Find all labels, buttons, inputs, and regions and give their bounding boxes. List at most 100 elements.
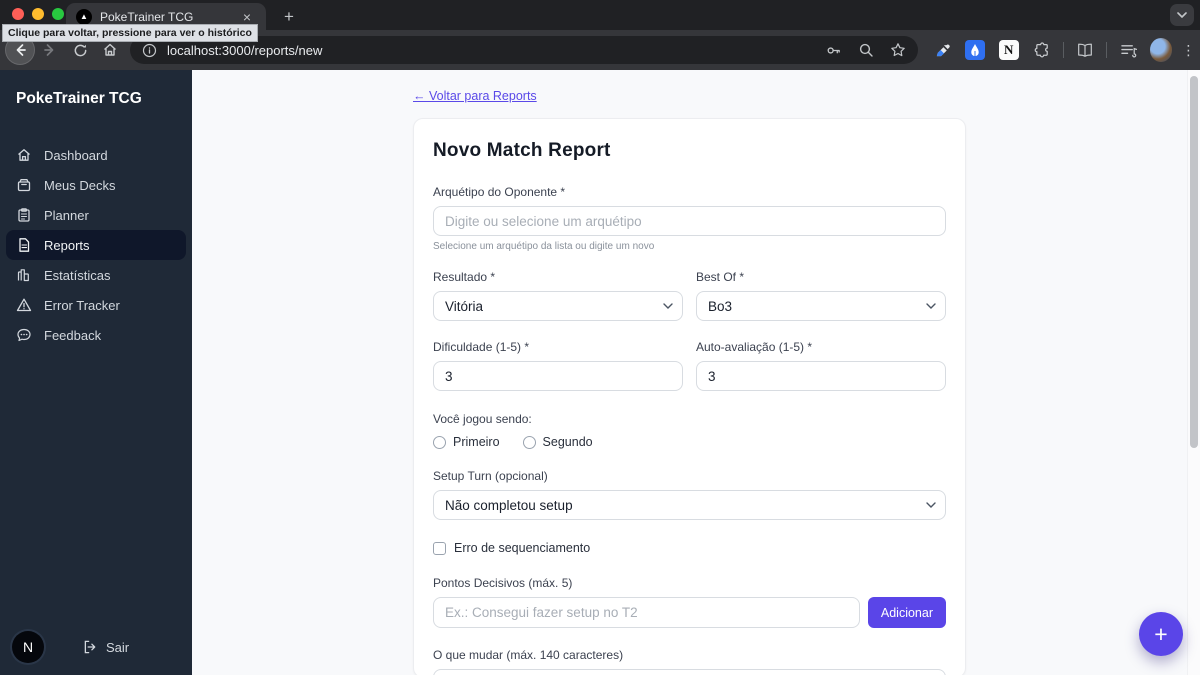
setup-turn-value: Não completou setup xyxy=(445,497,573,513)
logout-label: Sair xyxy=(106,639,130,655)
tab-title: PokeTrainer TCG xyxy=(100,9,194,24)
media-playlist-icon[interactable] xyxy=(1116,37,1140,63)
selfrating-field-group: Auto-avaliação (1-5) * xyxy=(696,340,946,391)
sidebar-item-reports[interactable]: Reports xyxy=(6,230,186,260)
radio-first-label: Primeiro xyxy=(453,435,500,449)
chevron-down-icon xyxy=(926,502,936,508)
form-title: Novo Match Report xyxy=(433,140,611,161)
sidebar-item-meus-decks[interactable]: Meus Decks xyxy=(6,170,186,200)
sidebar-item-planner[interactable]: Planner xyxy=(6,200,186,230)
add-report-fab[interactable]: + xyxy=(1139,612,1183,656)
chat-icon xyxy=(16,327,32,343)
sidebar-item-label: Planner xyxy=(44,207,89,223)
chevron-down-icon xyxy=(663,303,673,309)
extensions-puzzle-icon[interactable] xyxy=(1030,37,1054,63)
played-as-label: Você jogou sendo: xyxy=(433,412,532,426)
sidebar-item-error-tracker[interactable]: Error Tracker xyxy=(6,290,186,320)
browser-profile-avatar[interactable] xyxy=(1149,38,1173,62)
archetype-helper-text: Selecione um arquétipo da lista ou digit… xyxy=(433,241,655,252)
reading-list-book-icon[interactable] xyxy=(1073,37,1097,63)
app-title: PokeTrainer TCG xyxy=(16,90,142,107)
radio-first-circle[interactable] xyxy=(433,435,446,449)
sequencing-error-checkbox[interactable] xyxy=(433,541,446,555)
forward-arrow-icon xyxy=(44,44,54,56)
sidebar-item-label: Feedback xyxy=(44,327,102,343)
match-report-card: Novo Match Report Arquétipo do Oponente … xyxy=(413,118,966,675)
result-label: Resultado * xyxy=(433,270,496,284)
warning-icon xyxy=(16,297,32,313)
sidebar-item-estat-sticas[interactable]: Estatísticas xyxy=(6,260,186,290)
bestof-select[interactable]: Bo3 xyxy=(696,291,946,321)
add-point-button[interactable]: Adicionar xyxy=(867,597,946,628)
logout-button[interactable]: Sair xyxy=(83,640,129,655)
back-to-reports-link[interactable]: ← Voltar para Reports xyxy=(413,89,537,103)
bestof-label: Best Of * xyxy=(696,270,745,284)
home-icon xyxy=(104,43,116,56)
zoom-magnifier-icon[interactable] xyxy=(858,42,874,58)
scrollbar-thumb[interactable] xyxy=(1190,76,1198,448)
decisive-points-label: Pontos Decisivos (máx. 5) xyxy=(433,576,573,590)
tab-search-button[interactable] xyxy=(1170,4,1194,26)
page-scrollbar[interactable] xyxy=(1187,70,1200,675)
notion-extension-icon[interactable]: N xyxy=(997,37,1021,63)
setup-turn-label: Setup Turn (opcional) xyxy=(433,469,548,483)
archetype-input[interactable] xyxy=(433,206,946,236)
archetype-label: Arquétipo do Oponente * xyxy=(433,185,566,199)
minimize-window-button[interactable] xyxy=(32,8,44,20)
logout-icon xyxy=(84,640,96,654)
bestof-value: Bo3 xyxy=(708,298,733,314)
sidebar-nav: Dashboard Meus Decks Planner Reports Estatís… xyxy=(0,140,192,350)
result-value: Vitória xyxy=(445,298,484,314)
toolbar-divider xyxy=(1063,42,1065,58)
eyedropper-extension-icon[interactable] xyxy=(930,37,954,63)
bookmark-star-icon[interactable] xyxy=(890,42,906,58)
result-field-group: Resultado * Vitória xyxy=(433,270,683,321)
archetype-field-group: Arquétipo do Oponente * Selecione um arq… xyxy=(433,185,946,252)
what-to-change-label: O que mudar (máx. 140 caracteres) xyxy=(433,648,624,662)
back-arrow-icon xyxy=(16,44,26,56)
sidebar-item-feedback[interactable]: Feedback xyxy=(6,320,186,350)
decisive-points-input[interactable] xyxy=(433,597,860,628)
sequencing-error-label: Erro de sequenciamento xyxy=(454,541,591,555)
chevron-down-icon xyxy=(926,303,936,309)
deck-box-icon xyxy=(16,177,32,193)
close-window-button[interactable] xyxy=(12,8,24,20)
extensions-row: N ⋮ xyxy=(930,36,1196,64)
difficulty-field-group: Dificuldade (1-5) * xyxy=(433,340,683,391)
browser-menu-kebab-icon[interactable]: ⋮ xyxy=(1181,42,1196,59)
page-content: PokeTrainer TCG Dashboard Meus Decks Plann… xyxy=(0,70,1200,675)
password-manager-extension-icon[interactable] xyxy=(963,37,987,63)
back-button-tooltip: Clique para voltar, pressione para ver o… xyxy=(2,24,258,42)
main-area: ← Voltar para Reports Novo Match Report … xyxy=(192,70,1200,675)
result-select[interactable]: Vitória xyxy=(433,291,683,321)
password-key-icon[interactable] xyxy=(825,42,842,59)
sidebar-item-label: Estatísticas xyxy=(44,267,111,283)
clipboard-icon xyxy=(16,207,32,223)
user-avatar[interactable]: N xyxy=(12,631,44,663)
radio-second-label: Segundo xyxy=(542,435,593,449)
selfrating-input[interactable] xyxy=(696,361,946,391)
setup-turn-select[interactable]: Não completou setup xyxy=(433,490,946,520)
chevron-down-icon xyxy=(1177,12,1187,18)
notion-n-glyph: N xyxy=(998,40,1019,60)
radio-second-circle[interactable] xyxy=(522,435,536,449)
site-info-icon[interactable] xyxy=(142,43,157,58)
difficulty-label: Dificuldade (1-5) * xyxy=(433,340,530,354)
sidebar-item-label: Dashboard xyxy=(44,147,108,163)
sidebar-item-label: Meus Decks xyxy=(44,177,116,193)
what-to-change-field-group: O que mudar (máx. 140 caracteres) xyxy=(433,648,946,675)
maximize-window-button[interactable] xyxy=(52,8,64,20)
new-tab-button[interactable]: + xyxy=(276,4,302,30)
sidebar-item-label: Reports xyxy=(44,237,90,253)
sidebar-item-dashboard[interactable]: Dashboard xyxy=(6,140,186,170)
radio-first[interactable]: Primeiro xyxy=(433,435,500,449)
radio-second[interactable]: Segundo xyxy=(522,435,593,449)
bestof-field-group: Best Of * Bo3 xyxy=(696,270,946,321)
sequencing-error-checkbox-row[interactable]: Erro de sequenciamento xyxy=(433,541,946,555)
toolbar-divider xyxy=(1106,42,1108,58)
what-to-change-input[interactable] xyxy=(433,669,946,675)
decisive-points-field-group: Pontos Decisivos (máx. 5) Adicionar xyxy=(433,576,946,628)
tab-close-icon[interactable]: × xyxy=(238,8,256,26)
url-text[interactable]: localhost:3000/reports/new xyxy=(167,43,809,58)
difficulty-input[interactable] xyxy=(433,361,683,391)
